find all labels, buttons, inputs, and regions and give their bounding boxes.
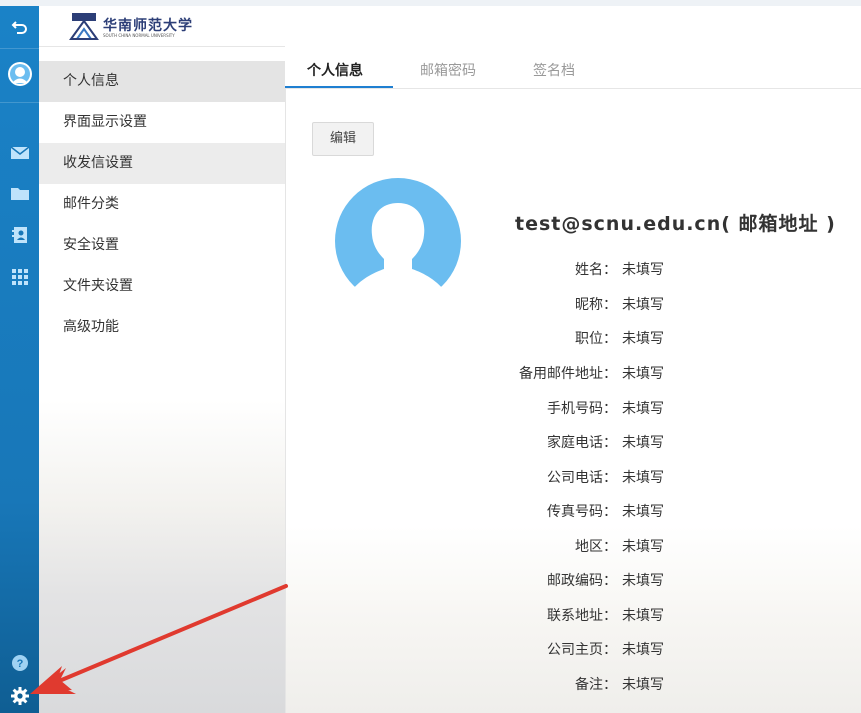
profile-panel: 编辑 test@scnu.edu.cn( 邮箱地址 ) 姓名： 未填写 昵称： … (286, 89, 861, 713)
field-value: 未填写 (622, 435, 664, 451)
field-value: 未填写 (622, 608, 664, 624)
field-value: 未填写 (622, 470, 664, 486)
field-value: 未填写 (622, 366, 664, 382)
field-label: 公司电话： (547, 470, 617, 486)
apps-grid-icon[interactable] (5, 262, 34, 291)
field-label: 职位： (575, 331, 617, 347)
field-label: 姓名： (575, 262, 617, 278)
email-address: test@scnu.edu.cn( 邮箱地址 ) (515, 213, 836, 235)
active-tab-indicator (285, 86, 393, 88)
field-value: 未填写 (622, 331, 664, 347)
field-label: 昵称： (575, 297, 617, 313)
field-label: 备注： (575, 677, 617, 693)
field-label: 传真号码： (547, 504, 617, 520)
field-value: 未填写 (622, 539, 664, 555)
settings-nav: 个人信息 界面显示设置 收发信设置 邮件分类 安全设置 文件夹设置 高级功能 (39, 61, 286, 713)
app-rail: ? (0, 6, 39, 713)
gear-icon[interactable] (5, 681, 34, 710)
nav-item-personal-info[interactable]: 个人信息 (39, 61, 285, 102)
nav-item-display-settings[interactable]: 界面显示设置 (39, 102, 285, 143)
back-icon[interactable] (5, 12, 34, 41)
field-value: 未填写 (622, 677, 664, 693)
field-value: 未填写 (622, 297, 664, 313)
field-value: 未填写 (622, 262, 664, 278)
tab-bar: 个人信息 邮箱密码 签名档 (285, 46, 861, 89)
tab-mail-password[interactable]: 邮箱密码 (420, 60, 476, 80)
tab-personal-info[interactable]: 个人信息 (307, 60, 363, 80)
nav-item-advanced[interactable]: 高级功能 (39, 307, 285, 348)
nav-item-mail-categories[interactable]: 邮件分类 (39, 184, 285, 225)
field-label: 联系地址： (547, 608, 617, 624)
nav-item-send-receive-settings[interactable]: 收发信设置 (39, 143, 285, 184)
nav-item-security-settings[interactable]: 安全设置 (39, 225, 285, 266)
field-label: 家庭电话： (547, 435, 617, 451)
university-logo[interactable]: 华南师范大学 SOUTH CHINA NORMAL UNIVERSITY (69, 11, 193, 41)
field-label: 邮政编码： (547, 573, 617, 589)
contacts-icon[interactable] (5, 220, 34, 249)
mail-icon[interactable] (5, 138, 34, 167)
header: 华南师范大学 SOUTH CHINA NORMAL UNIVERSITY (39, 6, 861, 47)
folder-icon[interactable] (5, 178, 34, 207)
help-icon[interactable]: ? (5, 648, 34, 677)
tab-signature[interactable]: 签名档 (533, 60, 575, 80)
user-avatar-icon[interactable] (5, 59, 34, 88)
university-emblem-icon (69, 13, 99, 40)
field-value: 未填写 (622, 573, 664, 589)
field-label: 备用邮件地址： (519, 366, 617, 382)
edit-button[interactable]: 编辑 (312, 122, 374, 156)
field-label: 地区： (575, 539, 617, 555)
logo-subtext: SOUTH CHINA NORMAL UNIVERSITY (103, 32, 175, 38)
profile-avatar (335, 178, 461, 305)
field-label: 公司主页： (547, 642, 617, 658)
field-value: 未填写 (622, 642, 664, 658)
nav-item-folder-settings[interactable]: 文件夹设置 (39, 266, 285, 307)
field-value: 未填写 (622, 401, 664, 417)
field-label: 手机号码： (547, 401, 617, 417)
logo-text: 华南师范大学 (103, 17, 193, 34)
svg-text:?: ? (16, 658, 23, 670)
field-value: 未填写 (622, 504, 664, 520)
